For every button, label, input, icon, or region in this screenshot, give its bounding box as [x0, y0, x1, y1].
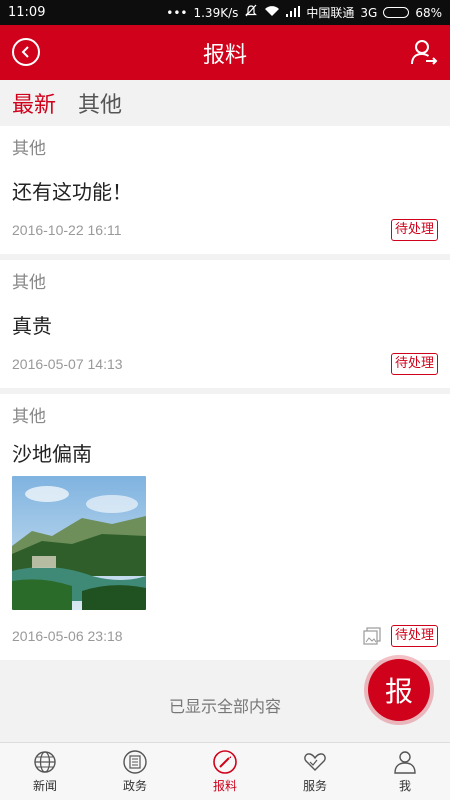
bottom-nav-label: 新闻 — [32, 779, 57, 793]
battery-percent: 68% — [415, 5, 442, 20]
wifi-icon — [264, 5, 280, 20]
notification-dots: ••• — [166, 5, 188, 20]
heart-hands-icon — [304, 753, 326, 771]
user-switch-button[interactable] — [410, 38, 438, 66]
network-speed: 1.39K/s — [193, 5, 239, 20]
report-list: 其他 还有这功能！ 2016-10-22 16:11 待处理 其他 真贵 201… — [0, 126, 450, 660]
mute-icon — [244, 4, 258, 21]
user-arrow-icon — [411, 40, 438, 65]
tab-latest[interactable]: 最新 — [12, 87, 56, 119]
person-icon — [394, 751, 416, 774]
document-icon — [123, 750, 147, 774]
status-badge: 待处理 — [390, 625, 438, 647]
status-right: ••• 1.39K/s 中国联通 3G 68% — [166, 4, 442, 21]
globe-icon — [34, 751, 56, 773]
item-meta: 2016-05-06 23:18 待处理 — [12, 624, 438, 648]
item-category: 其他 — [12, 407, 46, 427]
item-date: 2016-05-07 14:13 — [12, 356, 123, 372]
item-date: 2016-10-22 16:11 — [12, 222, 122, 238]
bottom-nav-service[interactable]: 服务 — [270, 743, 360, 800]
battery-icon — [383, 7, 410, 18]
item-category: 其他 — [12, 139, 46, 159]
compass-edit-icon — [213, 750, 237, 774]
back-button[interactable] — [12, 38, 40, 66]
item-date: 2016-05-06 23:18 — [12, 628, 123, 644]
bottom-nav-label: 我 — [398, 779, 411, 793]
bottom-nav-news[interactable]: 新闻 — [0, 743, 90, 800]
signal-icon — [286, 5, 301, 20]
bottom-nav-me[interactable]: 我 — [360, 743, 450, 800]
item-headline: 真贵 — [12, 314, 52, 338]
list-item[interactable]: 其他 沙地偏南 2016-05-06 23:18 待处理 — [0, 394, 450, 660]
bottom-nav-label: 政务 — [122, 779, 147, 793]
gallery-icon — [363, 627, 381, 645]
tab-bar: 最新 其他 — [0, 80, 450, 126]
page-title: 报料 — [202, 42, 247, 68]
bottom-nav-government[interactable]: 政务 — [90, 743, 180, 800]
item-headline: 沙地偏南 — [12, 442, 92, 466]
list-item[interactable]: 其他 真贵 2016-05-07 14:13 待处理 — [0, 260, 450, 394]
bottom-nav-label: 报料 — [212, 779, 237, 793]
item-category: 其他 — [12, 273, 46, 293]
bottom-nav-report[interactable]: 报料 — [180, 743, 270, 800]
item-meta: 2016-05-07 14:13 待处理 — [12, 352, 438, 376]
header-bar: 报料 — [0, 25, 450, 80]
status-time: 11:09 — [8, 5, 46, 20]
bottom-nav-label: 服务 — [302, 779, 327, 793]
chevron-left-icon — [21, 46, 29, 58]
item-headline: 还有这功能！ — [12, 180, 132, 204]
network-type: 3G — [360, 5, 378, 20]
status-badge: 待处理 — [390, 219, 438, 241]
item-photo[interactable] — [12, 476, 146, 610]
report-fab-button[interactable]: 报 — [368, 659, 430, 721]
status-badge: 待处理 — [390, 353, 438, 375]
list-item[interactable]: 其他 还有这功能！ 2016-10-22 16:11 待处理 — [0, 126, 450, 260]
item-meta: 2016-10-22 16:11 待处理 — [12, 218, 438, 242]
tab-other[interactable]: 其他 — [78, 87, 122, 119]
carrier-name: 中国联通 — [306, 6, 355, 20]
bottom-nav: 新闻 政务 报料 服务 我 — [0, 742, 450, 800]
status-bar: 11:09 ••• 1.39K/s 中国联通 3G 68% — [0, 0, 450, 25]
